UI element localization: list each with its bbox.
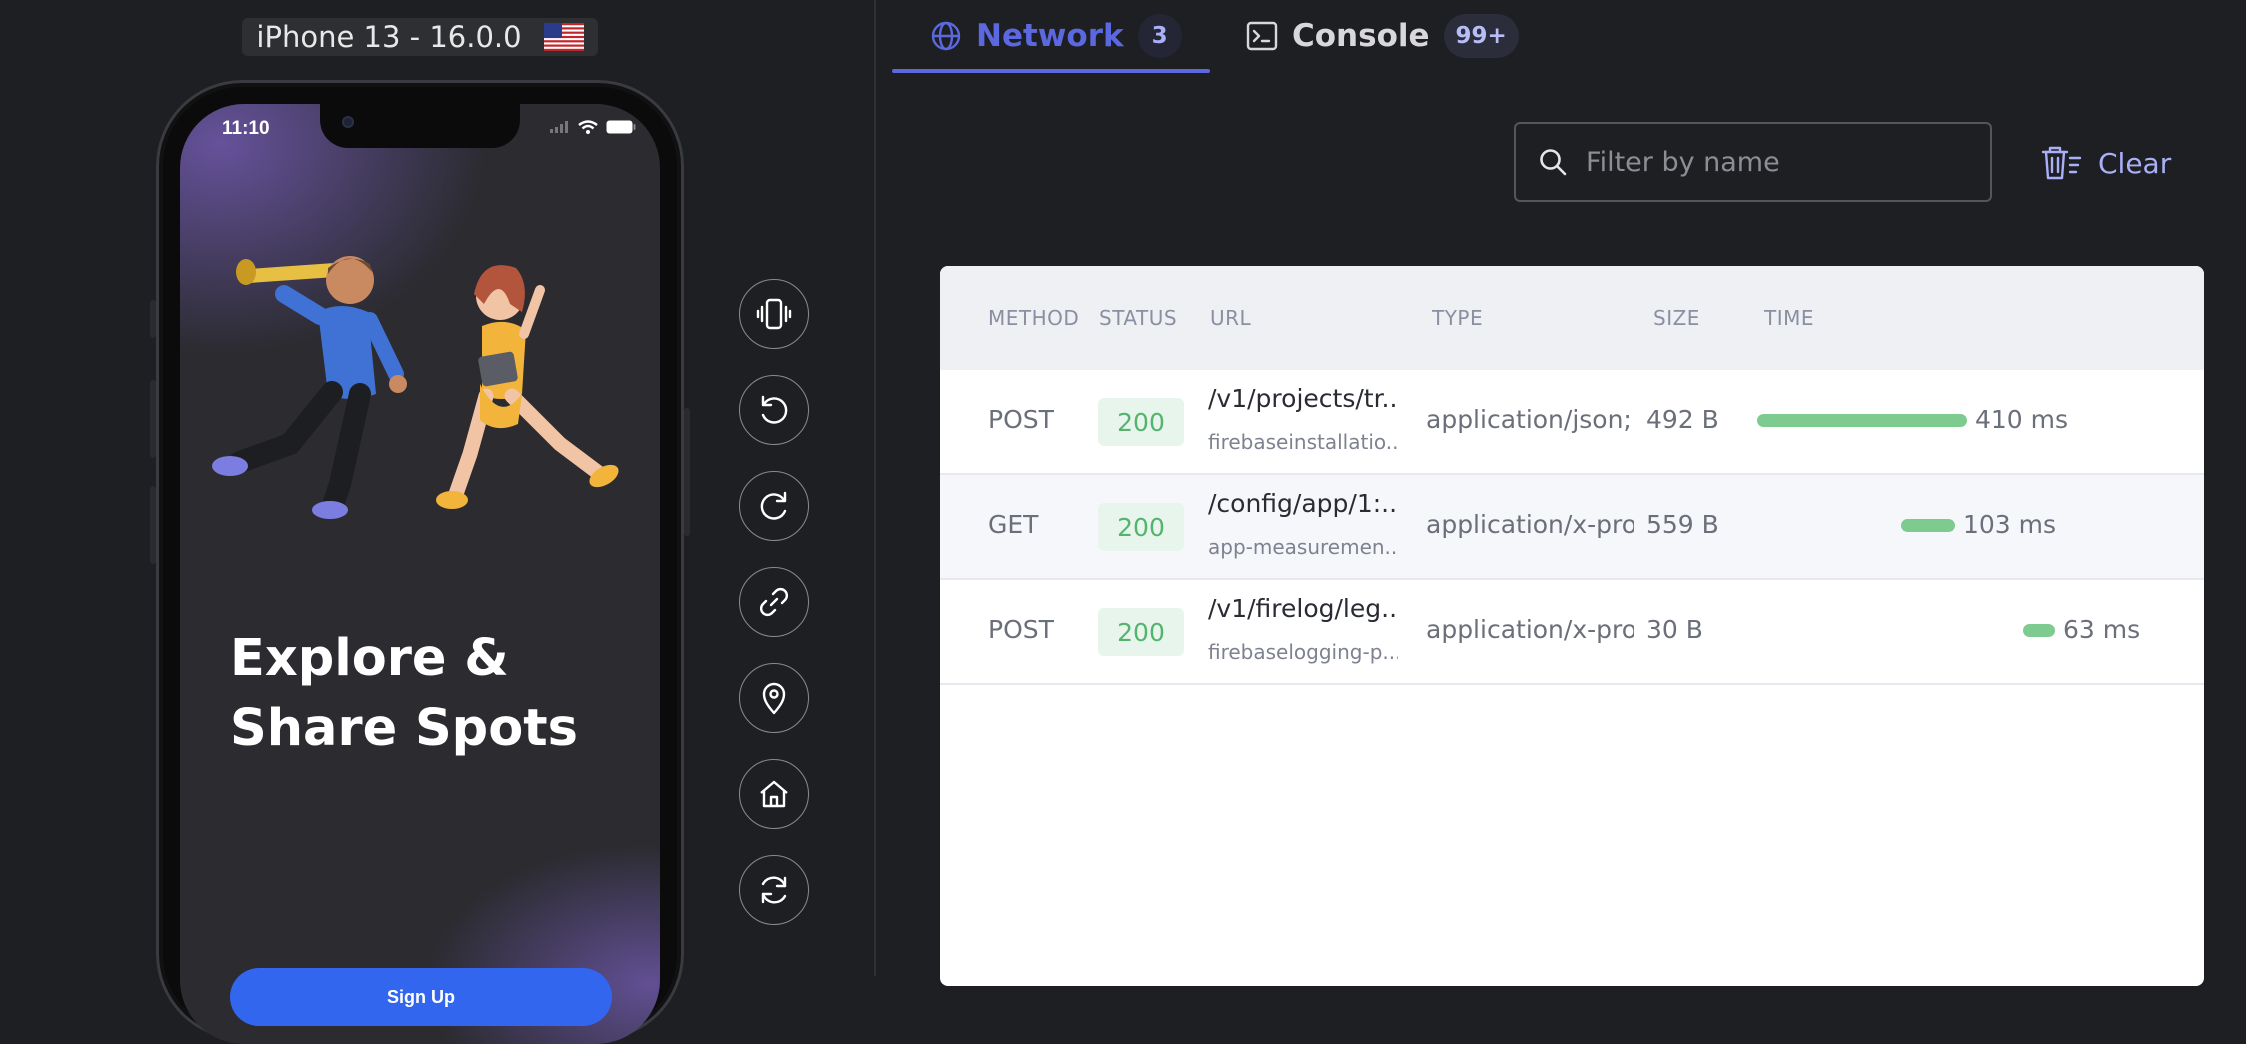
header-size[interactable]: SIZE [1653,306,1700,330]
table-row[interactable]: GET 200 /config/app/1:... app-measuremen… [940,475,2204,580]
explorers-illustration [200,234,640,554]
rotate-left-icon [761,395,788,424]
link-icon [760,588,788,616]
console-count-badge: 99+ [1443,14,1519,58]
tab-network-label: Network [976,18,1124,54]
timing-bar [1901,519,1955,532]
hero-title-line1: Explore & [230,629,509,688]
status-badge: 200 [1098,503,1184,551]
sign-up-button[interactable]: Sign Up [230,968,612,1026]
request-host: firebaseinstallatio... [1208,430,1398,454]
location-pin-icon [762,682,786,715]
request-url: /v1/firelog/leg... [1208,594,1398,623]
request-host: app-measuremen... [1208,535,1398,559]
active-tab-indicator [892,69,1210,73]
request-time: 410 ms [1975,405,2069,434]
home-button[interactable] [739,759,809,829]
phone-notch [320,104,520,148]
vibrate-button[interactable] [739,279,809,349]
request-size: 492 B [1646,405,1719,434]
reload-icon [761,876,787,904]
clear-label: Clear [2098,146,2172,180]
deep-link-button[interactable] [739,567,809,637]
header-status[interactable]: STATUS [1099,306,1177,330]
status-badge: 200 [1098,398,1184,446]
tab-network[interactable]: Network 3 [930,0,1182,72]
status-icons [550,120,636,134]
rotate-right-button[interactable] [739,471,809,541]
globe-icon [931,21,961,51]
table-row[interactable]: POST 200 /v1/firelog/leg... firebaselogg… [940,580,2204,685]
header-time[interactable]: TIME [1764,306,1814,330]
request-type: application/json; c [1426,405,1634,434]
vibrate-icon [756,298,792,330]
table-row[interactable]: POST 200 /v1/projects/tr... firebaseinst… [940,370,2204,475]
request-size: 559 B [1646,510,1719,539]
signal-icon [550,121,568,133]
device-label: iPhone 13 - 16.0.0 [242,18,598,56]
request-method: POST [988,405,1054,434]
timing-bar [2023,624,2055,637]
panel-divider [874,0,876,976]
phone-screen: 11:10 Explore & Share Spots Sign Up [180,104,660,1044]
hero-title: Explore & Share Spots [230,624,630,764]
location-button[interactable] [739,663,809,733]
hero-title-line2: Share Spots [230,699,578,758]
request-url: /config/app/1:... [1208,489,1398,518]
tab-console[interactable]: Console 99+ [1246,0,1519,72]
request-size: 30 B [1646,615,1703,644]
terminal-icon [1246,21,1278,51]
request-time: 103 ms [1963,510,2057,539]
camera-icon [342,116,354,128]
device-name: iPhone 13 - 16.0.0 [256,20,522,54]
home-icon [760,780,788,808]
status-badge: 200 [1098,608,1184,656]
request-host: firebaselogging-p... [1208,640,1398,664]
tab-console-label: Console [1292,18,1430,54]
request-url: /v1/projects/tr... [1208,384,1398,413]
request-method: POST [988,615,1054,644]
phone-frame: 11:10 Explore & Share Spots Sign Up [156,80,684,1044]
request-time: 63 ms [2063,615,2141,644]
filter-input[interactable] [1584,145,1968,179]
power-button [684,408,690,536]
header-type[interactable]: TYPE [1432,306,1483,330]
wifi-icon [578,120,598,134]
header-url[interactable]: URL [1210,306,1251,330]
us-flag-icon [543,23,584,51]
request-type: application/x-prot [1426,510,1634,539]
table-header: METHOD STATUS URL TYPE SIZE TIME [940,266,2204,370]
network-requests-table: METHOD STATUS URL TYPE SIZE TIME POST 20… [940,266,2204,986]
header-method[interactable]: METHOD [988,306,1079,330]
request-method: GET [988,510,1039,539]
timing-bar [1757,414,1967,427]
trash-icon [2041,146,2082,180]
battery-icon [606,120,636,134]
rotate-right-icon [760,491,787,520]
network-count-badge: 3 [1137,14,1182,58]
rotate-left-button[interactable] [739,375,809,445]
search-icon [1540,149,1567,176]
reload-button[interactable] [739,855,809,925]
request-type: application/x-prot [1426,615,1634,644]
filter-box [1514,122,1992,202]
clear-button[interactable]: Clear [2040,140,2171,186]
status-time: 11:10 [222,118,270,139]
